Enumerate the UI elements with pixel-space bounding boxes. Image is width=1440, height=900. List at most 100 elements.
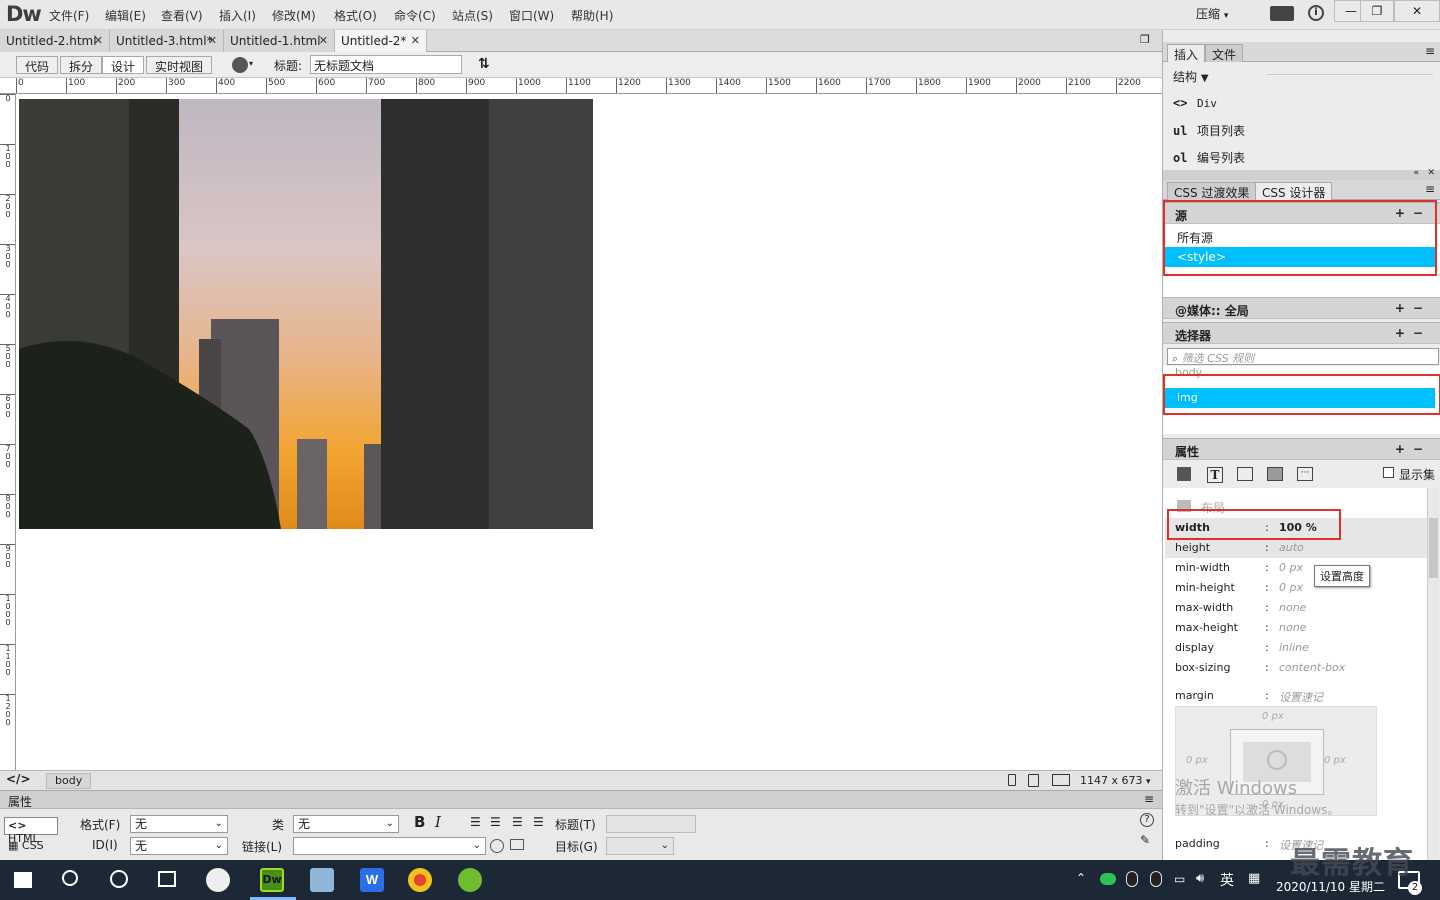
- panel-menu-icon[interactable]: ≡: [1425, 44, 1435, 58]
- indent-icon[interactable]: ☰: [533, 815, 544, 829]
- prop-max-height[interactable]: max-height: none: [1175, 618, 1427, 638]
- search-icon[interactable]: [62, 870, 78, 886]
- melon-app-icon[interactable]: [458, 868, 482, 892]
- restore-document-icon[interactable]: ❐: [1140, 33, 1150, 46]
- keyboard-grid-icon[interactable]: ▦: [1248, 871, 1260, 886]
- desktop-size-icon[interactable]: [1052, 774, 1070, 786]
- margin-left-value[interactable]: 0 px: [1186, 755, 1208, 766]
- bold-button[interactable]: B: [414, 813, 425, 831]
- title-attr-input[interactable]: [606, 815, 696, 833]
- chevron-down-icon[interactable]: ▾: [249, 59, 253, 68]
- mobile-size-icon[interactable]: [1008, 774, 1016, 786]
- class-select[interactable]: 无 ⌄: [293, 815, 399, 833]
- close-icon[interactable]: ✕: [208, 34, 217, 47]
- tab-files[interactable]: 文件: [1205, 44, 1244, 62]
- unordered-list-icon[interactable]: ☰: [470, 815, 481, 829]
- tab-untitled-3-html[interactable]: Untitled-3.html* ✕: [110, 30, 224, 52]
- file-transfer-icon[interactable]: ⇅: [478, 56, 490, 72]
- target-select[interactable]: ⌄: [606, 837, 674, 855]
- link-input[interactable]: ⌄: [293, 837, 486, 855]
- css-mode-button[interactable]: ▦ CSS: [8, 839, 44, 852]
- panel-menu-icon[interactable]: ≡: [1425, 182, 1435, 196]
- menu-file[interactable]: 文件(F): [49, 7, 89, 24]
- ime-language-indicator[interactable]: 英: [1220, 870, 1234, 890]
- tab-insert[interactable]: 插入: [1167, 44, 1206, 62]
- browse-folder-icon[interactable]: [510, 839, 524, 850]
- border-category-icon[interactable]: [1237, 467, 1253, 481]
- show-set-checkbox[interactable]: [1383, 467, 1394, 478]
- code-view-button[interactable]: 代码: [16, 56, 59, 74]
- menu-help[interactable]: 帮助(H): [571, 7, 613, 24]
- chrome-icon[interactable]: [408, 868, 432, 892]
- link-icon[interactable]: [1267, 750, 1287, 770]
- restore-button[interactable]: ❐: [1360, 0, 1394, 22]
- prop-box-sizing[interactable]: box-sizing: content-box: [1175, 658, 1427, 678]
- margin-right-value[interactable]: 0 px: [1324, 755, 1346, 766]
- prop-max-width[interactable]: max-width: none: [1175, 598, 1427, 618]
- workspace-collapse-menu[interactable]: 压缩 ▾: [1196, 5, 1228, 22]
- menu-modify[interactable]: 修改(M): [272, 7, 316, 24]
- properties-scrollbar[interactable]: [1427, 488, 1439, 860]
- wps-app-icon[interactable]: W: [360, 868, 384, 892]
- close-icon[interactable]: ✕: [319, 34, 328, 47]
- point-to-file-icon[interactable]: [490, 839, 504, 853]
- city-sunset-image[interactable]: [19, 99, 593, 529]
- qq-icon[interactable]: [1126, 871, 1138, 887]
- menu-edit[interactable]: 编辑(E): [105, 7, 146, 24]
- outdent-icon[interactable]: ☰: [512, 815, 523, 829]
- qq-icon[interactable]: [1150, 871, 1162, 887]
- close-icon[interactable]: ✕: [1427, 168, 1435, 178]
- html-mode-button[interactable]: <> HTML: [4, 817, 58, 845]
- edit-icon[interactable]: ✎: [1140, 833, 1150, 847]
- tablet-size-icon[interactable]: [1028, 774, 1039, 787]
- task-view-icon[interactable]: [158, 871, 176, 887]
- collapse-icon[interactable]: «: [1413, 168, 1419, 178]
- document-title-input[interactable]: 无标题文档: [310, 55, 462, 74]
- text-category-icon[interactable]: T: [1207, 467, 1223, 483]
- volume-icon[interactable]: 🔊︎: [1196, 871, 1204, 886]
- prop-min-height[interactable]: min-height:0 px: [1175, 578, 1427, 598]
- italic-button[interactable]: I: [435, 813, 441, 831]
- globe-icon[interactable]: [232, 57, 248, 73]
- insert-ol-item[interactable]: ol 编号列表: [1173, 149, 1245, 166]
- design-view-button[interactable]: 设计: [102, 56, 145, 74]
- close-icon[interactable]: ✕: [94, 34, 103, 47]
- menu-window[interactable]: 窗口(W): [509, 7, 554, 24]
- menu-format[interactable]: 格式(O): [334, 7, 377, 24]
- window-size-select[interactable]: 1147 x 673 ▾: [1080, 774, 1151, 787]
- background-category-icon[interactable]: [1267, 467, 1283, 481]
- close-icon[interactable]: ✕: [411, 34, 420, 47]
- tab-untitled-1-html[interactable]: Untitled-1.html ✕: [224, 30, 335, 52]
- tab-untitled-2-active[interactable]: Untitled-2* ✕: [335, 30, 427, 52]
- notes-app-icon[interactable]: [310, 868, 334, 892]
- dreamweaver-taskbar-icon[interactable]: Dw: [260, 868, 284, 892]
- layout-category-icon[interactable]: [1177, 467, 1191, 481]
- id-select[interactable]: 无 ⌄: [130, 837, 228, 855]
- chevron-up-icon[interactable]: ⌃: [1076, 871, 1086, 885]
- prop-min-width[interactable]: min-width:0 px: [1175, 558, 1427, 578]
- insert-ul-item[interactable]: ul 项目列表: [1173, 122, 1245, 139]
- insert-category-select[interactable]: 结构 ▼: [1173, 68, 1209, 85]
- ordered-list-icon[interactable]: ☰: [490, 815, 501, 829]
- sync-icon[interactable]: [1270, 6, 1294, 21]
- scrollbar-thumb[interactable]: [1429, 518, 1438, 578]
- margin-top-value[interactable]: 0 px: [1262, 711, 1284, 722]
- menu-commands[interactable]: 命令(C): [394, 7, 436, 24]
- pinwheel-app-icon[interactable]: [206, 868, 230, 892]
- wechat-icon[interactable]: [1100, 873, 1116, 885]
- live-view-button[interactable]: 实时视图: [146, 56, 213, 74]
- panel-splitter[interactable]: «✕: [1163, 168, 1440, 180]
- filter-css-input[interactable]: ⌕ 筛选 CSS 规则: [1167, 348, 1439, 365]
- prop-display[interactable]: display: inline: [1175, 638, 1427, 658]
- info-icon[interactable]: i: [1308, 5, 1324, 21]
- add-remove-icons[interactable]: +−: [1395, 326, 1431, 340]
- windows-start-icon[interactable]: [14, 872, 32, 888]
- panel-menu-icon[interactable]: ≡: [1144, 792, 1154, 806]
- code-tag-icon[interactable]: </>: [6, 772, 31, 786]
- split-view-button[interactable]: 拆分: [60, 56, 103, 74]
- format-select[interactable]: 无 ⌄: [130, 815, 228, 833]
- insert-div-item[interactable]: <> Div: [1173, 96, 1217, 110]
- menu-view[interactable]: 查看(V): [161, 7, 203, 24]
- help-icon[interactable]: ?: [1140, 813, 1154, 827]
- close-button[interactable]: ✕: [1394, 0, 1440, 22]
